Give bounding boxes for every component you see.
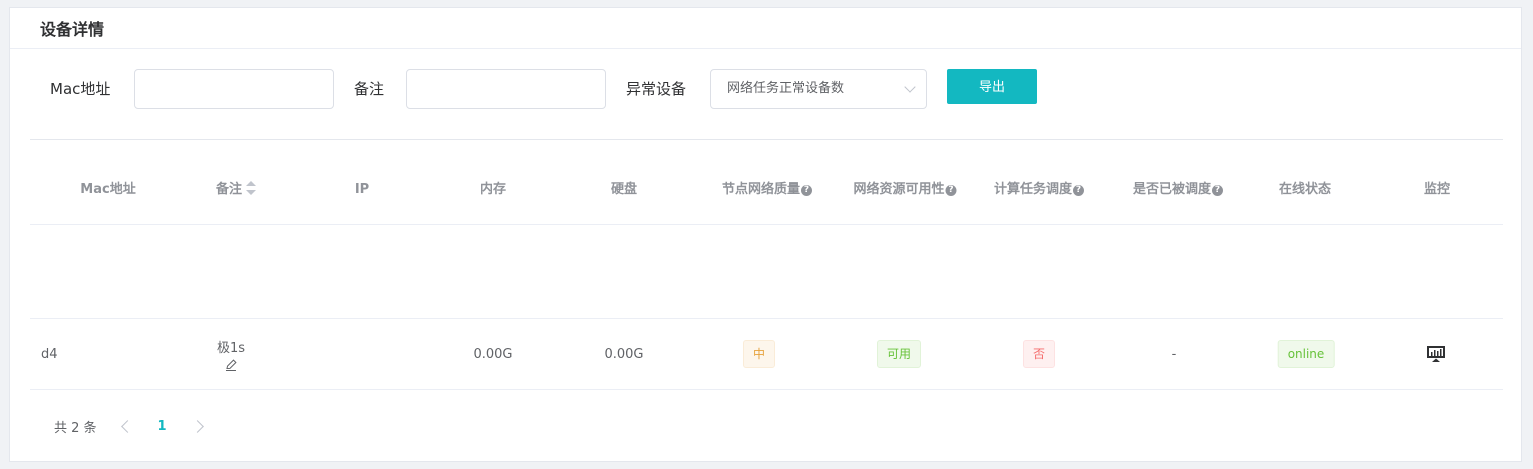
pagination: 共 2 条 1: [54, 416, 218, 436]
abnormal-device-select-value: 网络任务正常设备数: [727, 81, 845, 96]
total-count: 共 2 条: [54, 420, 97, 436]
device-table: Mac地址 备注 IP 内存 硬盘 节点网络质量? 网络资源可用性? 计算任务调…: [30, 156, 1503, 390]
abnormal-filter-label: 异常设备: [626, 80, 687, 98]
cell-disk: 0.00G: [604, 346, 644, 362]
cell-memory: 0.00G: [473, 346, 513, 362]
mac-filter-input[interactable]: [134, 69, 334, 109]
help-icon[interactable]: ?: [945, 185, 957, 196]
cell-node-quality: 中: [742, 319, 776, 389]
col-ip: IP: [354, 182, 370, 197]
status-badge: 否: [1022, 340, 1056, 368]
col-node-quality: 节点网络质量?: [722, 156, 813, 224]
edit-icon[interactable]: [224, 358, 238, 372]
filter-bar: Mac地址 备注 异常设备 网络任务正常设备数 导出: [10, 68, 1521, 110]
col-task-schedule: 计算任务调度?: [994, 156, 1085, 224]
col-mac: Mac地址: [80, 182, 136, 197]
status-badge: 中: [742, 340, 776, 368]
sort-icon[interactable]: [246, 181, 257, 195]
monitor-icon[interactable]: [1426, 345, 1446, 363]
col-scheduled: 是否已被调度?: [1133, 156, 1224, 224]
abnormal-device-select[interactable]: 网络任务正常设备数: [710, 69, 927, 109]
chevron-left-icon[interactable]: [120, 419, 134, 433]
status-badge: 可用: [876, 340, 922, 368]
cell-online-status: online: [1277, 319, 1335, 389]
card-title: 设备详情: [10, 8, 1521, 49]
export-button[interactable]: 导出: [947, 69, 1037, 104]
col-monitor: 监控: [1423, 182, 1451, 197]
device-details-card: 设备详情 Mac地址 备注 异常设备 网络任务正常设备数 导出 Mac地址 备注…: [9, 7, 1522, 462]
chevron-right-icon[interactable]: [190, 419, 204, 433]
status-badge: online: [1277, 340, 1335, 368]
help-icon[interactable]: ?: [1212, 185, 1224, 196]
col-note[interactable]: 备注: [216, 156, 257, 224]
col-online-status: 在线状态: [1278, 182, 1332, 197]
note-filter-input[interactable]: [406, 69, 606, 109]
help-icon[interactable]: ?: [1073, 185, 1085, 196]
col-memory: 内存: [479, 182, 507, 197]
cell-note: 极1s: [217, 319, 245, 389]
empty-row: [30, 225, 1503, 319]
page-number[interactable]: 1: [158, 419, 167, 434]
cell-scheduled: -: [1171, 346, 1177, 362]
chevron-down-icon: [904, 81, 916, 93]
cell-monitor: [1426, 319, 1446, 389]
table-header: Mac地址 备注 IP 内存 硬盘 节点网络质量? 网络资源可用性? 计算任务调…: [30, 156, 1503, 225]
cell-task-schedule: 否: [1022, 319, 1056, 389]
note-filter-label: 备注: [354, 80, 385, 98]
cell-resource-availability: 可用: [876, 319, 922, 389]
table-row: d4 极1s 0.00G 0.00G 中 可用 否 - online: [30, 319, 1503, 390]
help-icon[interactable]: ?: [801, 185, 813, 196]
mac-filter-label: Mac地址: [50, 80, 111, 98]
col-resource-availability: 网络资源可用性?: [853, 156, 957, 224]
note-text: 极1s: [216, 340, 246, 356]
divider: [30, 139, 1503, 140]
cell-mac: d4: [41, 346, 58, 362]
col-disk: 硬盘: [610, 182, 638, 197]
